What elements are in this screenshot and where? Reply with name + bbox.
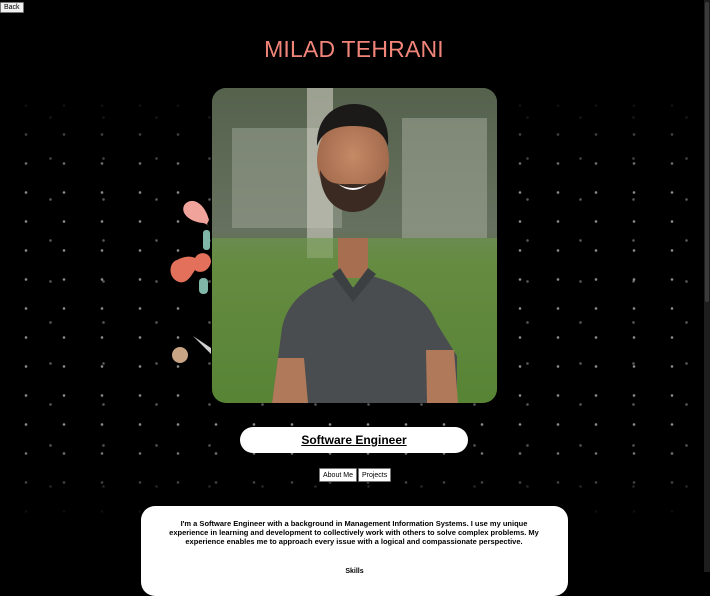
back-button[interactable]: Back [0,2,24,13]
profile-photo [212,88,497,403]
job-title-pill: Software Engineer [240,427,468,453]
section-buttons: About Me Projects [319,468,392,486]
about-me-button[interactable]: About Me [319,468,357,482]
job-title: Software Engineer [301,433,407,447]
page-title: MILAD TEHRANI [264,36,444,62]
about-card: I'm a Software Engineer with a backgroun… [141,506,568,596]
about-text: I'm a Software Engineer with a backgroun… [169,519,539,546]
projects-button[interactable]: Projects [357,468,392,482]
vertical-scrollbar[interactable] [704,0,710,572]
